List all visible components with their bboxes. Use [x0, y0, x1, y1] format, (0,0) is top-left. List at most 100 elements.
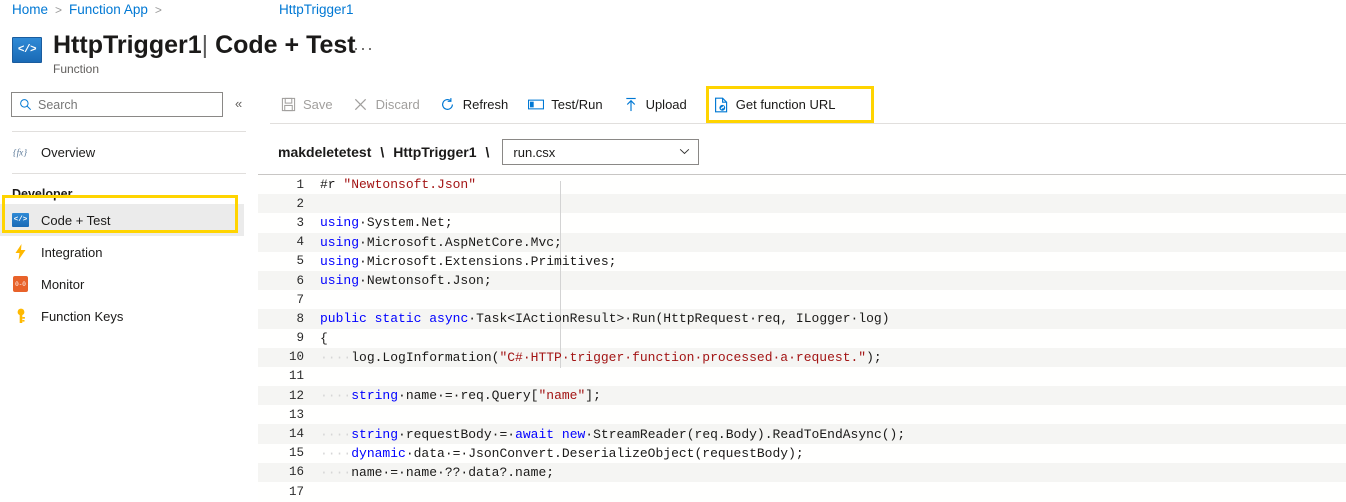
code-line[interactable]: 12 ····string·name·=·req.Query["name"]; — [258, 386, 1346, 406]
line-number: 9 — [296, 331, 304, 346]
search-box[interactable] — [11, 92, 223, 117]
line-number: 17 — [288, 484, 304, 499]
test-run-label: Test/Run — [551, 97, 603, 112]
code-line[interactable]: 17 — [258, 482, 1346, 501]
code-line[interactable]: 1 #r "Newtonsoft.Json" — [258, 175, 1346, 194]
code-line[interactable]: 8 public static async·Task<IActionResult>… — [258, 309, 1346, 329]
code-line-text: using·Microsoft.Extensions.Primitives; — [320, 253, 617, 269]
line-number: 7 — [296, 292, 304, 307]
code-line-text: using·Newtonsoft.Json; — [320, 273, 492, 289]
fx-icon: {fx} — [12, 144, 29, 161]
sidebar-item-label-function-keys: Function Keys — [41, 308, 124, 324]
code-line[interactable]: 6 using·Newtonsoft.Json; — [258, 270, 1346, 291]
refresh-button[interactable]: Refresh — [430, 90, 519, 120]
code-line[interactable]: 16 ····name·=·name·??·data?.name; — [258, 462, 1346, 482]
file-select-dropdown[interactable]: run.csx — [502, 139, 700, 165]
code-line[interactable]: 3 using·System.Net; — [258, 213, 1346, 232]
code-line[interactable]: 14 ····string·requestBody·=·await new·Str… — [258, 424, 1346, 444]
code-line[interactable]: 11 — [258, 367, 1346, 386]
command-toolbar: Save Discard Refresh Test/Run Upload Get… — [258, 86, 1346, 124]
save-button[interactable]: Save — [270, 90, 343, 120]
path-function-name: HttpTrigger1 — [393, 144, 477, 160]
key-icon — [12, 308, 29, 325]
code-line-text: public static async·Task<IActionResult>·… — [320, 311, 890, 327]
save-icon — [280, 97, 296, 113]
svg-text:{fx}: {fx} — [13, 147, 27, 158]
breadcrumb-function-app[interactable]: Function App — [69, 2, 148, 17]
upload-button[interactable]: Upload — [613, 90, 697, 120]
sidebar-item-label-overview: Overview — [41, 144, 96, 160]
path-separator-2: \ — [485, 144, 490, 160]
line-number: 16 — [288, 465, 304, 480]
upload-icon — [623, 97, 639, 113]
code-line[interactable]: 15 ····dynamic·data·=·JsonConvert.Deseria… — [258, 444, 1346, 463]
breadcrumb-separator-1: > — [55, 2, 63, 17]
code-lines: 1 #r "Newtonsoft.Json" 2 3 using·System.Net;… — [258, 175, 1346, 501]
search-input[interactable] — [38, 97, 215, 112]
line-number: 8 — [296, 311, 304, 326]
code-line-text: #r "Newtonsoft.Json" — [320, 177, 477, 193]
code-line-text: ····string·name·=·req.Query["name"]; — [320, 388, 601, 404]
refresh-icon — [440, 97, 456, 113]
get-function-url-label: Get function URL — [735, 97, 836, 112]
breadcrumb-current-httptrigger1[interactable]: HttpTrigger1 — [279, 2, 354, 17]
sidebar-item-code-test[interactable]: </> Code + Test — [0, 204, 244, 236]
line-number: 14 — [288, 427, 304, 442]
sidebar-item-function-keys[interactable]: Function Keys — [0, 300, 258, 332]
page-title-text: HttpTrigger1| Code + Test Function — [53, 30, 356, 76]
page-title: HttpTrigger1| Code + Test — [53, 30, 356, 60]
chevron-down-icon — [679, 147, 690, 158]
code-editor[interactable]: 1 #r "Newtonsoft.Json" 2 3 using·System.Net;… — [258, 175, 1346, 502]
code-line[interactable]: 7 — [258, 290, 1346, 309]
line-number: 1 — [296, 177, 304, 192]
code-line-text: ····name·=·name·??·data?.name; — [320, 464, 555, 480]
close-icon — [353, 97, 369, 113]
code-test-icon: </> — [12, 212, 29, 229]
function-code-icon: </> — [12, 37, 42, 63]
line-number: 12 — [288, 388, 304, 403]
code-line-text: ····log.LogInformation("C#·HTTP·trigger·… — [320, 349, 882, 365]
more-menu-button[interactable]: ··· — [353, 38, 374, 59]
code-line[interactable]: 9{ — [258, 329, 1346, 348]
line-number: 4 — [296, 235, 304, 250]
line-number: 15 — [288, 446, 304, 461]
code-line[interactable]: 2 — [258, 194, 1346, 214]
collapse-sidebar-icon[interactable]: « — [235, 96, 242, 111]
breadcrumb-home[interactable]: Home — [12, 2, 48, 17]
line-number: 5 — [296, 254, 304, 269]
lightning-bolt-icon — [12, 244, 29, 261]
azure-portal-page: Home > Function App > HttpTrigger1 </> H… — [0, 0, 1346, 502]
code-line-text: using·Microsoft.AspNetCore.Mvc; — [320, 234, 562, 250]
refresh-label: Refresh — [462, 97, 509, 112]
breadcrumb-separator-2: > — [154, 2, 162, 17]
get-function-url-button[interactable]: Get function URL — [703, 90, 846, 120]
test-run-icon — [528, 97, 545, 113]
monitor-icon: 0-0 — [12, 276, 29, 293]
upload-label: Upload — [645, 97, 687, 112]
code-line[interactable]: 10 ····log.LogInformation("C#·HTTP·trigge… — [258, 347, 1346, 367]
sidebar-item-integration[interactable]: Integration — [0, 236, 258, 268]
line-number: 11 — [288, 369, 304, 384]
discard-button[interactable]: Discard — [343, 90, 430, 120]
code-line-text: ····string·requestBody·=·await new·Strea… — [320, 426, 906, 442]
code-line-text: using·System.Net; — [320, 215, 453, 231]
line-number: 13 — [288, 407, 304, 422]
code-line-text: ····dynamic·data·=·JsonConvert.Deseriali… — [320, 445, 804, 461]
nav-divider-developer — [12, 173, 246, 174]
path-app-name: makdeletetest — [278, 144, 372, 160]
page-title-separator: | — [201, 31, 209, 59]
toolbar-divider — [270, 123, 1346, 124]
code-line[interactable]: 5 using·Microsoft.Extensions.Primitives; — [258, 252, 1346, 271]
test-run-button[interactable]: Test/Run — [518, 90, 612, 120]
path-separator-1: \ — [380, 144, 385, 160]
discard-label: Discard — [375, 97, 420, 112]
sidebar: « {fx} Overview Developer </> Code + Tes… — [0, 86, 258, 502]
page-title-section: Code + Test — [215, 31, 356, 59]
indent-guide — [560, 181, 561, 368]
sidebar-item-overview[interactable]: {fx} Overview — [0, 136, 258, 168]
code-line[interactable]: 13 — [258, 405, 1346, 424]
sidebar-section-developer: Developer — [12, 187, 73, 201]
code-line[interactable]: 4 using·Microsoft.AspNetCore.Mvc; — [258, 232, 1346, 252]
nav-divider-top — [12, 131, 246, 132]
sidebar-item-monitor[interactable]: 0-0 Monitor — [0, 268, 258, 300]
